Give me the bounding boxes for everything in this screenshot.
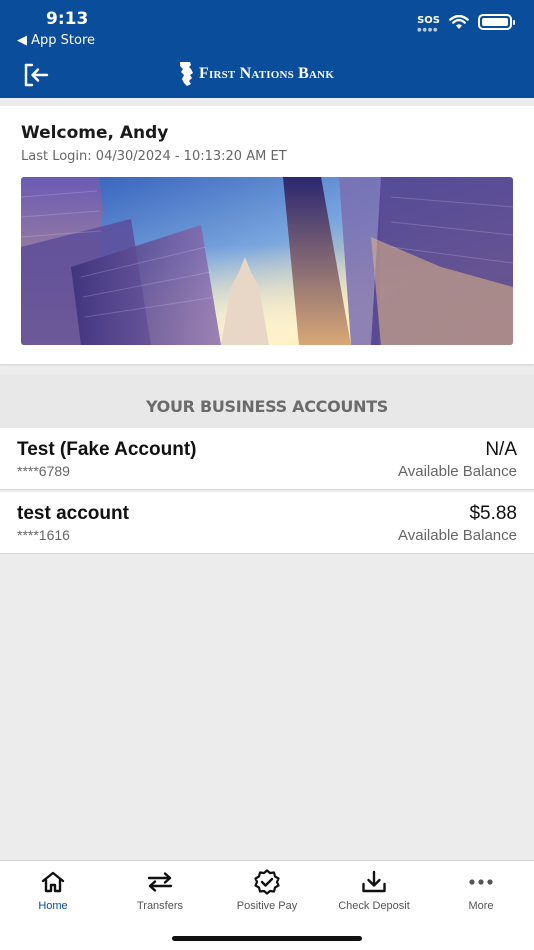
sos-indicator: SOS ●●●● — [417, 14, 440, 33]
city-skyline-banner — [21, 177, 513, 345]
signal-dots-icon: ●●●● — [417, 26, 439, 33]
home-icon — [39, 869, 67, 895]
wifi-icon — [449, 14, 469, 29]
account-name: test account — [17, 503, 129, 524]
tab-label: Check Deposit — [338, 900, 410, 912]
account-row[interactable]: Test (Fake Account) ****6789 N/A Availab… — [0, 428, 534, 490]
bank-logo: First Nations Bank — [178, 61, 334, 87]
account-balance-label: Available Balance — [398, 463, 517, 480]
logout-button[interactable] — [22, 62, 50, 88]
last-login-text: Last Login: 04/30/2024 - 10:13:20 AM ET — [21, 149, 287, 164]
tab-transfers[interactable]: Transfers — [107, 869, 213, 917]
status-time: 9:13 — [46, 9, 89, 29]
account-balance: N/A — [485, 439, 517, 460]
home-indicator[interactable] — [172, 936, 362, 941]
welcome-title: Welcome, Andy — [21, 123, 169, 143]
positive-pay-icon — [253, 869, 281, 895]
welcome-card: Welcome, Andy Last Login: 04/30/2024 - 1… — [0, 106, 534, 364]
tab-positive-pay[interactable]: Positive Pay — [214, 869, 320, 917]
more-icon — [467, 869, 495, 895]
back-to-app-store-link[interactable]: ◀ App Store — [17, 33, 95, 48]
account-number: ****1616 — [17, 527, 70, 543]
account-balance-label: Available Balance — [398, 527, 517, 544]
check-deposit-icon — [360, 869, 388, 895]
account-row[interactable]: test account ****1616 $5.88 Available Ba… — [0, 492, 534, 554]
transfers-icon — [146, 869, 174, 895]
tab-label: Home — [38, 900, 68, 912]
tab-home[interactable]: Home — [0, 869, 106, 917]
bank-name: First Nations Bank — [199, 65, 335, 82]
tab-label: Positive Pay — [236, 900, 298, 912]
account-name: Test (Fake Account) — [17, 439, 197, 460]
tab-label: Transfers — [136, 900, 184, 912]
app-header: 9:13 ◀ App Store SOS ●●●● First Nations … — [0, 0, 534, 98]
tab-more[interactable]: More — [428, 869, 534, 917]
account-number: ****6789 — [17, 463, 70, 479]
logout-icon — [24, 63, 49, 87]
status-indicators: SOS ●●●● — [417, 14, 515, 33]
tab-check-deposit[interactable]: Check Deposit — [321, 869, 427, 917]
accounts-section-title: YOUR BUSINESS ACCOUNTS — [0, 374, 534, 428]
account-balance: $5.88 — [469, 503, 517, 524]
tab-label: More — [468, 900, 494, 912]
bank-logo-icon — [180, 62, 193, 86]
battery-icon — [478, 14, 515, 30]
